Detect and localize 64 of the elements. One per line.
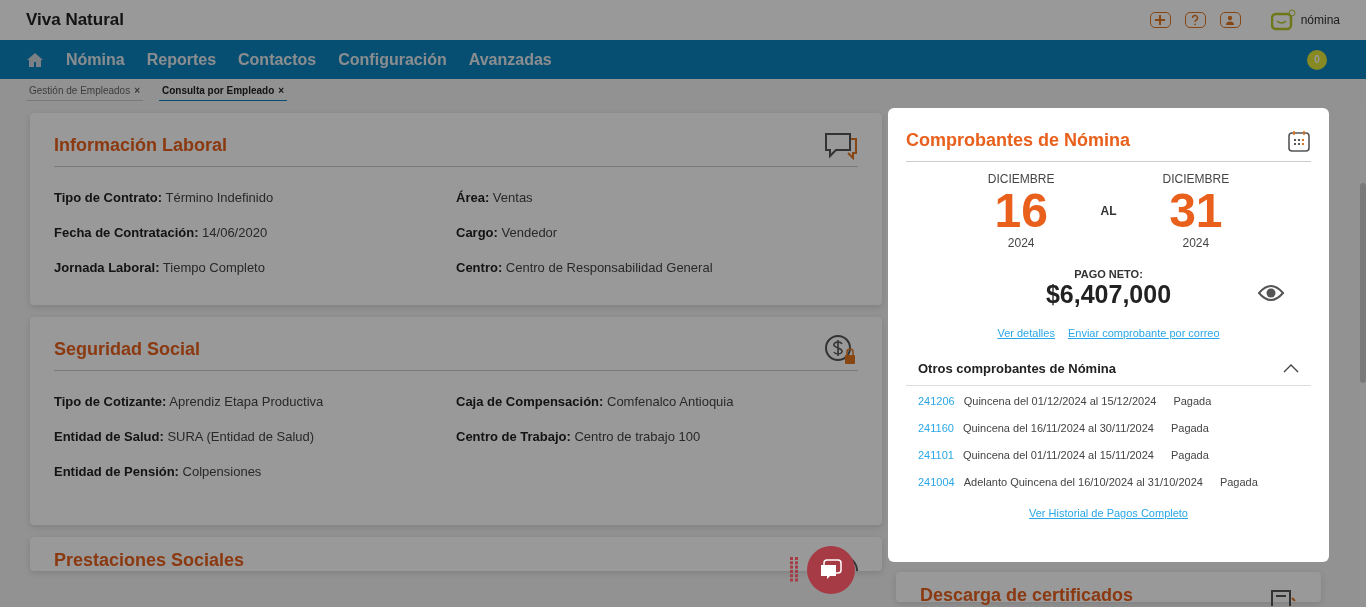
- payslip-status: Pagada: [1170, 448, 1209, 462]
- action-link[interactable]: Ver detalles: [997, 327, 1055, 339]
- breadcrumb-tab[interactable]: Consulta por Empleado ×: [159, 81, 288, 101]
- card-title: Comprobantes de Nómina: [906, 130, 1131, 151]
- chevron-up-icon[interactable]: [1283, 363, 1299, 373]
- card-title: Prestaciones Sociales: [54, 550, 245, 571]
- period-day: 31: [1169, 186, 1223, 236]
- payslip-id-link[interactable]: 241206: [918, 394, 955, 408]
- help-icon[interactable]: [1184, 12, 1206, 28]
- payslip-status: Pagada: [1170, 421, 1209, 435]
- dollar-lock-icon: [824, 333, 858, 366]
- payslip-status: Pagada: [1173, 394, 1212, 408]
- app-title: Viva Natural: [26, 10, 124, 30]
- field-text: Cargo: Vendedor: [456, 225, 559, 241]
- period-year: 2024: [1007, 236, 1035, 250]
- chat-bubbles-icon: [819, 559, 843, 581]
- add-icon[interactable]: [1149, 12, 1171, 28]
- field-text: Fecha de Contratación: 14/06/2020: [54, 225, 269, 241]
- smile-logo-icon: [1270, 9, 1297, 31]
- nav-link[interactable]: Avanzadas: [468, 50, 552, 69]
- payslip-id-link[interactable]: 241004: [918, 475, 955, 489]
- field-text: Área: Ventas: [456, 190, 534, 206]
- payslip-period: Quincena del 01/11/2024 al 15/11/2024: [962, 448, 1154, 462]
- period-month: DICIEMBRE: [987, 172, 1055, 186]
- speech-bubbles-icon: [824, 131, 858, 160]
- nav-link[interactable]: Nómina: [66, 50, 125, 69]
- document-icon: [1271, 590, 1297, 606]
- field-text: Caja de Compensación: Comfenalco Antioquia: [456, 394, 735, 410]
- drag-handle-icon[interactable]: [790, 557, 798, 583]
- nav-link[interactable]: Configuración: [338, 50, 447, 69]
- card-title: Seguridad Social: [54, 339, 201, 360]
- action-link[interactable]: Enviar comprobante por correo: [1067, 327, 1220, 339]
- user-icon[interactable]: [1219, 12, 1241, 28]
- field-text: Entidad de Pensión: Colpensiones: [54, 464, 263, 480]
- chat-button[interactable]: [807, 546, 855, 594]
- field-text: Centro: Centro de Responsabilidad General: [456, 260, 714, 276]
- home-icon[interactable]: [26, 51, 44, 68]
- brand-label: nómina: [1300, 13, 1340, 27]
- payslip-period: Quincena del 01/12/2024 al 15/12/2024: [963, 394, 1157, 408]
- field-text: Entidad de Salud: SURA (Entidad de Salud): [54, 429, 316, 445]
- period-separator: AL: [1100, 204, 1117, 218]
- net-pay-label: PAGO NETO:: [1074, 268, 1143, 280]
- nav-link[interactable]: Contactos: [238, 50, 317, 69]
- net-pay-amount: $6,407,000: [1045, 280, 1172, 309]
- period-month: DICIEMBRE: [1162, 172, 1230, 186]
- card-title: Descarga de certificados: [920, 585, 1134, 606]
- field-text: Tipo de Cotizante: Aprendiz Etapa Productiva: [54, 394, 325, 410]
- field-text: Centro de Trabajo: Centro de trabajo 100: [456, 429, 702, 445]
- period-day: 16: [994, 186, 1048, 236]
- payslip-period: Quincena del 16/11/2024 al 30/11/2024: [962, 421, 1154, 435]
- section-title: Otros comprobantes de Nómina: [918, 360, 1116, 376]
- calendar-icon[interactable]: [1287, 128, 1311, 153]
- field-text: Tipo de Contrato: Término Indefinido: [54, 190, 275, 206]
- nav-link[interactable]: Reportes: [146, 50, 217, 69]
- payslip-id-link[interactable]: 241160: [918, 421, 954, 435]
- breadcrumb-tab[interactable]: Gestión de Empleados ×: [26, 81, 143, 101]
- history-link[interactable]: Ver Historial de Pagos Completo: [1029, 507, 1188, 519]
- payslip-period: Adelanto Quincena del 16/10/2024 al 31/10/2024: [963, 475, 1203, 489]
- payslip-status: Pagada: [1219, 475, 1258, 489]
- card-title: Información Laboral: [54, 135, 228, 156]
- payslip-id-link[interactable]: 241101: [918, 448, 954, 462]
- field-text: Jornada Laboral: Tiempo Completo: [54, 260, 266, 276]
- eye-icon[interactable]: [1257, 284, 1285, 302]
- period-year: 2024: [1182, 236, 1210, 250]
